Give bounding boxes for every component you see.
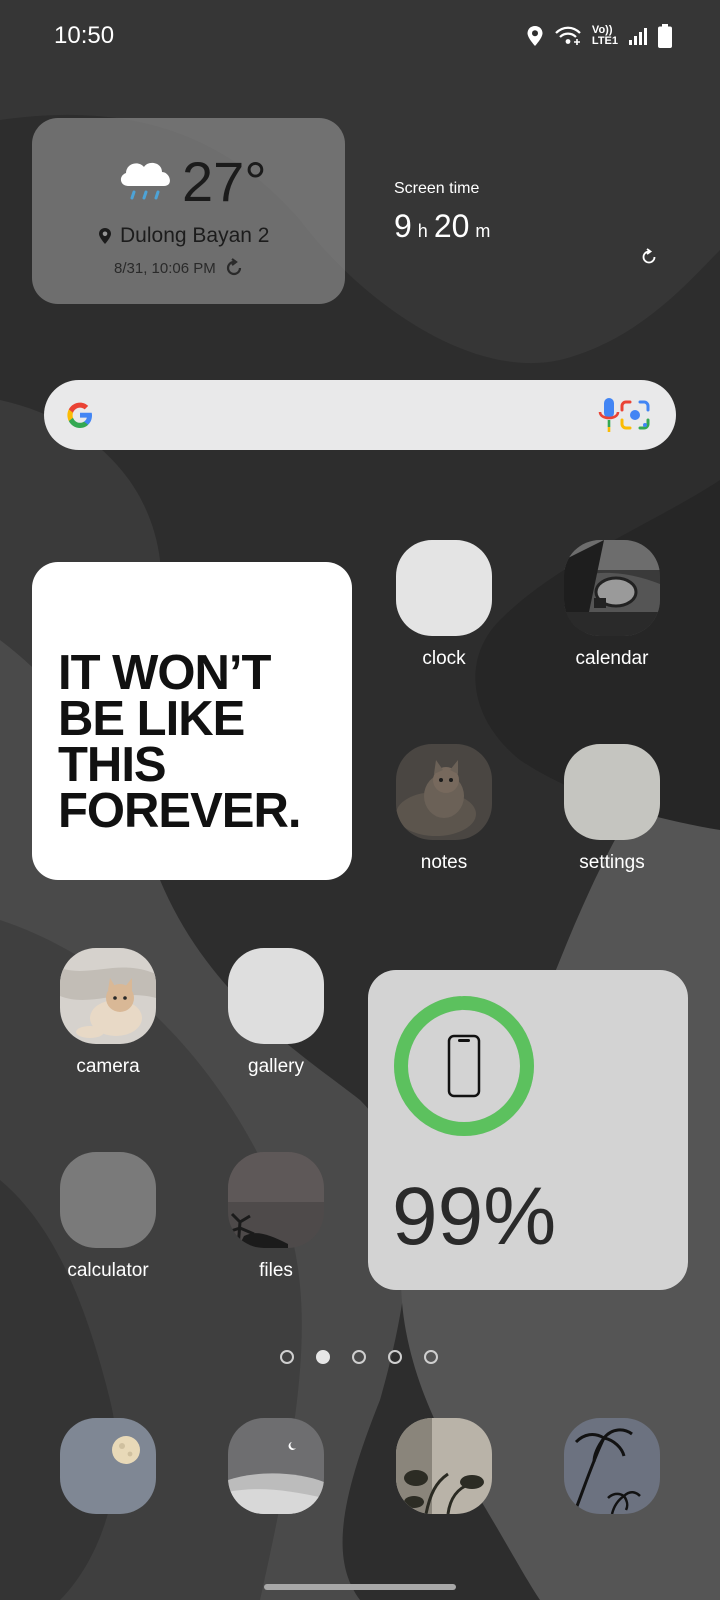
battery-percent: 99% bbox=[392, 1171, 557, 1262]
battery-ring bbox=[394, 996, 534, 1136]
wifi-icon bbox=[555, 26, 581, 45]
dock-app-moon[interactable] bbox=[60, 1418, 156, 1514]
quote-widget[interactable]: IT WON’T BE LIKE THIS FOREVER. bbox=[32, 562, 352, 880]
camera-icon bbox=[60, 948, 156, 1044]
status-bar: 10:50 Vo)) LTE1 bbox=[0, 0, 720, 74]
gallery-icon bbox=[228, 948, 324, 1044]
rain-cloud-icon bbox=[120, 162, 170, 200]
app-camera[interactable]: camera bbox=[38, 948, 178, 1098]
screen-time-label: Screen time bbox=[394, 180, 480, 197]
battery-status-icon bbox=[658, 24, 672, 48]
screen-time-minutes-unit: m bbox=[475, 221, 491, 241]
app-files[interactable]: files bbox=[206, 1152, 346, 1302]
app-calendar[interactable]: calendar bbox=[542, 540, 682, 690]
dock-app-plant[interactable] bbox=[396, 1418, 492, 1514]
app-label: camera bbox=[76, 1056, 140, 1077]
location-icon bbox=[527, 26, 543, 46]
screen-time-hours: 9 bbox=[394, 208, 412, 244]
moon-icon bbox=[60, 1418, 156, 1514]
page-dot[interactable] bbox=[352, 1350, 366, 1364]
lens-icon[interactable] bbox=[618, 398, 652, 432]
refresh-icon[interactable] bbox=[224, 258, 244, 278]
clock-icon bbox=[396, 540, 492, 636]
crescent-icon bbox=[228, 1418, 324, 1514]
app-calculator[interactable]: calculator bbox=[38, 1152, 178, 1302]
calculator-icon bbox=[60, 1152, 156, 1248]
app-gallery[interactable]: gallery bbox=[206, 948, 346, 1098]
page-dot[interactable] bbox=[280, 1350, 294, 1364]
refresh-icon[interactable] bbox=[640, 248, 658, 266]
app-label: clock bbox=[422, 648, 466, 669]
app-clock[interactable]: clock bbox=[374, 540, 514, 690]
home-screen: 10:50 Vo)) LTE1 27° Dulong Bayan 2 8/31,… bbox=[0, 0, 720, 1600]
calendar-icon bbox=[564, 540, 660, 636]
palm-tree-icon bbox=[564, 1418, 660, 1514]
app-label: calendar bbox=[575, 648, 649, 669]
app-settings[interactable]: settings bbox=[542, 744, 682, 894]
app-label: files bbox=[259, 1260, 293, 1281]
navigation-handle[interactable] bbox=[264, 1584, 456, 1590]
plant-icon bbox=[396, 1418, 492, 1514]
dock-app-palm[interactable] bbox=[564, 1418, 660, 1514]
weather-widget[interactable]: 27° Dulong Bayan 2 8/31, 10:06 PM bbox=[32, 118, 345, 304]
dock-app-sky[interactable] bbox=[228, 1418, 324, 1514]
weather-location-label: Dulong Bayan 2 bbox=[120, 224, 270, 247]
app-label: gallery bbox=[248, 1056, 304, 1077]
weather-updated: 8/31, 10:06 PM bbox=[114, 258, 244, 278]
screen-time-value: 9 h 20 m bbox=[394, 208, 496, 245]
battery-widget[interactable]: 99% bbox=[368, 970, 688, 1290]
weather-location: Dulong Bayan 2 bbox=[98, 224, 269, 248]
files-icon bbox=[228, 1152, 324, 1248]
status-icons: Vo)) LTE1 bbox=[526, 22, 672, 50]
page-indicator[interactable] bbox=[280, 1350, 438, 1364]
lte-label: LTE1 bbox=[591, 35, 618, 47]
page-dot-active[interactable] bbox=[316, 1350, 330, 1364]
google-logo-icon bbox=[67, 402, 92, 428]
quote-text: IT WON’T BE LIKE THIS FOREVER. bbox=[58, 646, 301, 838]
status-time: 10:50 bbox=[54, 22, 115, 49]
phone-icon bbox=[447, 1034, 481, 1098]
app-label: settings bbox=[579, 852, 645, 873]
weather-updated-time: 8/31, 10:06 PM bbox=[114, 259, 216, 277]
notes-icon bbox=[396, 744, 492, 840]
app-label: notes bbox=[420, 852, 468, 873]
settings-icon bbox=[564, 744, 660, 840]
app-label: calculator bbox=[67, 1260, 149, 1281]
network-type: Vo)) LTE1 bbox=[592, 25, 618, 47]
signal-icon bbox=[629, 28, 647, 45]
screen-time-minutes: 20 bbox=[433, 208, 470, 244]
google-search-bar[interactable] bbox=[44, 380, 676, 450]
app-notes[interactable]: notes bbox=[374, 744, 514, 894]
weather-temperature: 27° bbox=[182, 150, 267, 213]
screen-time-hours-unit: h bbox=[417, 221, 428, 241]
page-dot[interactable] bbox=[388, 1350, 402, 1364]
location-pin-icon bbox=[99, 228, 111, 244]
page-dot[interactable] bbox=[424, 1350, 438, 1364]
